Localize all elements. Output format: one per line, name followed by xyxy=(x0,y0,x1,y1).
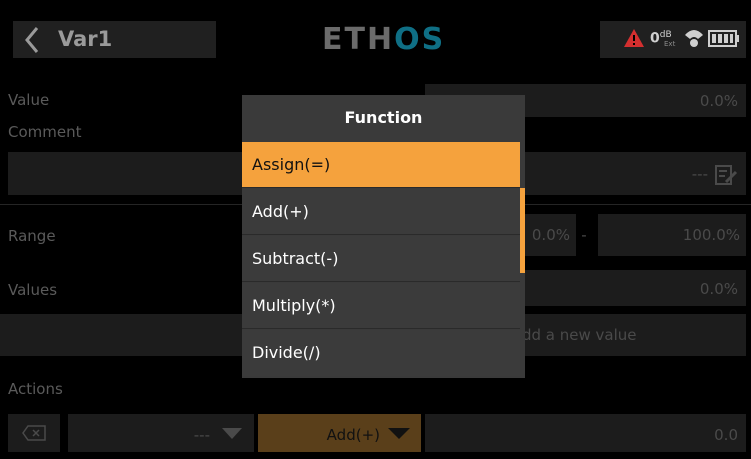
comment-text: --- xyxy=(691,165,708,183)
actions-label: Actions xyxy=(8,380,63,398)
action-source-text: --- xyxy=(193,426,210,444)
option-assign[interactable]: Assign(=) xyxy=(242,142,520,188)
ethos-logo: ETHOS xyxy=(322,22,445,58)
logo-main: ETH xyxy=(322,22,395,57)
signal-unit: dB xyxy=(659,30,672,40)
edit-icon[interactable] xyxy=(714,164,738,186)
dialog-scrollbar[interactable] xyxy=(520,188,525,273)
range-max-text: 100.0% xyxy=(682,226,740,244)
option-multiply[interactable]: Multiply(*) xyxy=(242,283,520,329)
page-title: Var1 xyxy=(58,27,113,51)
comment-label: Comment xyxy=(8,123,82,141)
value-text: 0.0% xyxy=(699,92,738,110)
range-separator: - xyxy=(581,226,587,244)
dialog-title: Function xyxy=(344,108,423,127)
action-value-text: 0.0 xyxy=(714,426,738,444)
option-add[interactable]: Add(+) xyxy=(242,189,520,235)
warning-icon[interactable] xyxy=(623,28,645,48)
signal-value: 0 xyxy=(650,30,660,47)
range-label: Range xyxy=(8,227,56,245)
receiver-icon[interactable] xyxy=(682,27,706,49)
chevron-down-icon xyxy=(222,428,242,439)
chevron-down-icon xyxy=(388,428,410,439)
option-subtract[interactable]: Subtract(-) xyxy=(242,236,520,282)
value-label: Value xyxy=(8,91,50,109)
option-divide[interactable]: Divide(/) xyxy=(242,330,520,376)
back-arrow-icon[interactable] xyxy=(22,24,44,56)
clear-icon xyxy=(22,425,46,441)
add-value-label: dd a new value xyxy=(522,326,637,344)
values-text: 0.0% xyxy=(699,280,738,298)
signal-source: Ext xyxy=(664,40,676,48)
battery-icon[interactable] xyxy=(708,30,740,47)
action-function-text: Add(+) xyxy=(326,426,380,444)
logo-accent: OS xyxy=(394,22,446,57)
range-min-text: 0.0% xyxy=(531,226,570,244)
values-label: Values xyxy=(8,281,58,299)
